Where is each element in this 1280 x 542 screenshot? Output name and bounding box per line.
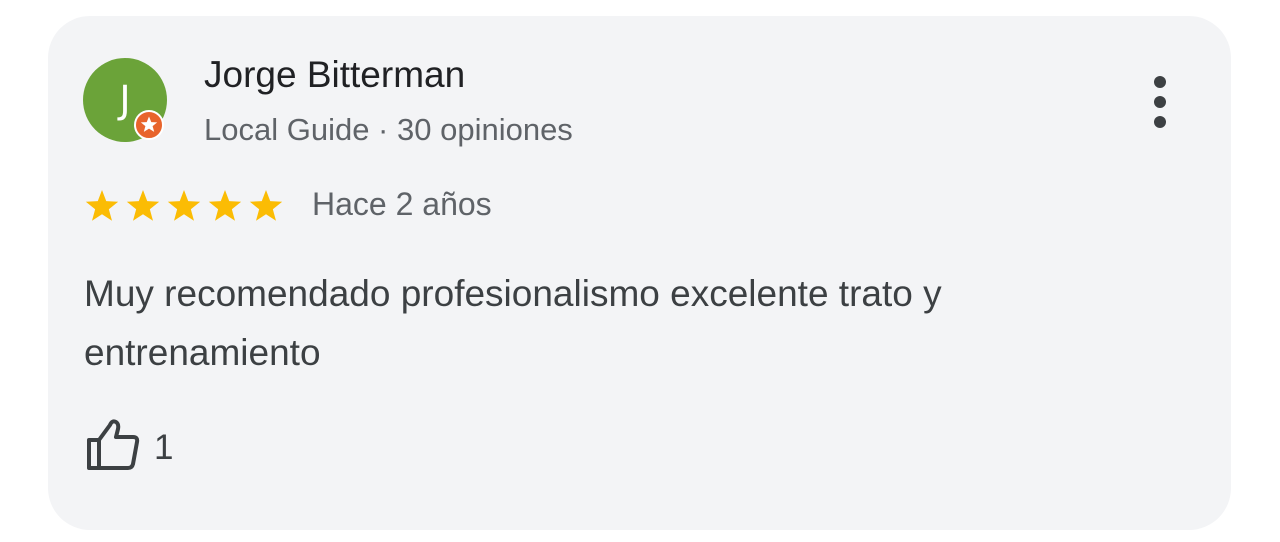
author-name[interactable]: Jorge Bitterman: [204, 54, 465, 96]
more-vertical-icon: [1154, 76, 1166, 128]
like-count: 1: [154, 428, 174, 467]
review-text: Muy recomendado profesionalismo excelent…: [84, 273, 942, 373]
star-icon: [208, 190, 242, 221]
star-rating: [84, 188, 289, 224]
like-button[interactable]: [86, 416, 142, 472]
review-card: J Jorge Bitterman Local Guide · 30 opini…: [48, 16, 1231, 530]
local-guide-badge-icon: [134, 110, 164, 140]
review-date: Hace 2 años: [312, 186, 492, 222]
star-icon: [249, 190, 283, 221]
star-icon: [167, 190, 201, 221]
thumbs-up-icon: [87, 419, 140, 470]
star-icon: [126, 190, 160, 221]
author-meta: Local Guide · 30 opiniones: [204, 112, 573, 147]
more-options-button[interactable]: [1140, 72, 1180, 132]
star-icon: [85, 190, 119, 221]
